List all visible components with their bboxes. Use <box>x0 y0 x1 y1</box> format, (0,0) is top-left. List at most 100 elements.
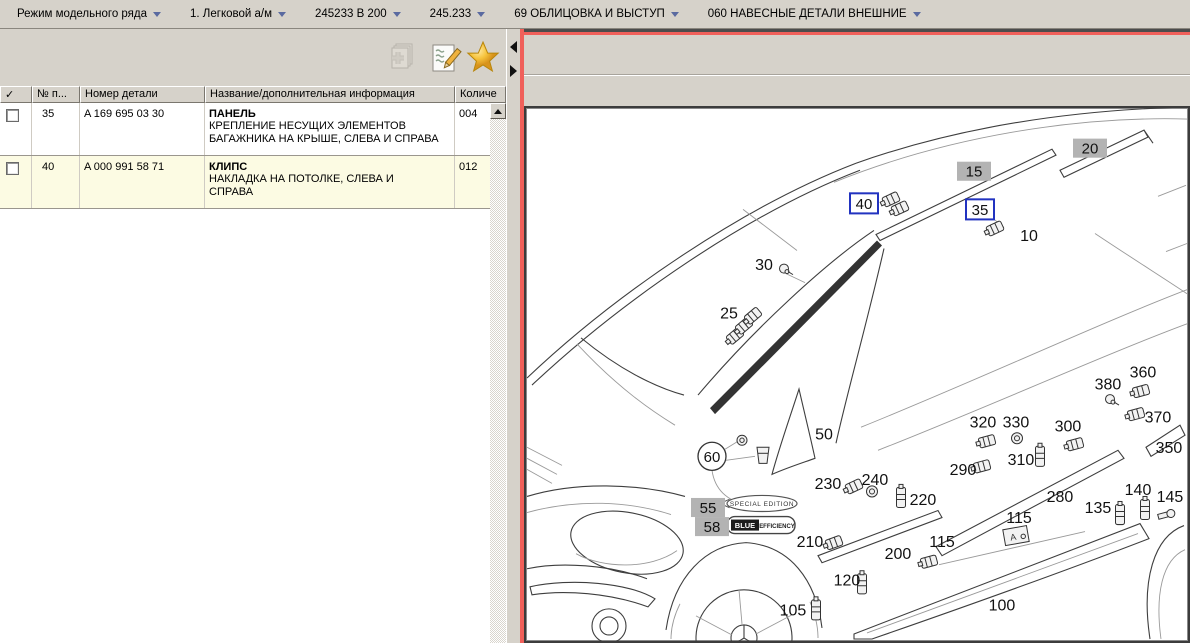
chevron-down-icon <box>477 12 485 17</box>
row-checkbox[interactable] <box>6 109 19 122</box>
part-callout-240[interactable]: 240 <box>862 471 889 489</box>
svg-text:100: 100 <box>989 596 1016 614</box>
scroll-up-icon <box>494 109 502 114</box>
vclip-fastener-icon <box>897 484 906 507</box>
svg-text:145: 145 <box>1157 488 1184 506</box>
plateA-fastener-icon: A <box>1003 526 1029 546</box>
svg-text:135: 135 <box>1085 499 1112 517</box>
menu-subgroup[interactable]: 060 НАВЕСНЫЕ ДЕТАЛИ ВНЕШНИЕ <box>699 5 930 23</box>
part-callout-350[interactable]: 350 <box>1156 439 1183 457</box>
part-callout-310[interactable]: 310 <box>1008 451 1035 469</box>
part-callout-370[interactable]: 370 <box>1145 409 1172 427</box>
row-name-cell: ПАНЕЛЬ КРЕПЛЕНИЕ НЕСУЩИХ ЭЛЕМЕНТОВ БАГАЖ… <box>205 103 455 155</box>
part-callout-330[interactable]: 330 <box>1003 414 1030 432</box>
part-callout-210[interactable]: 210 <box>797 533 824 551</box>
svg-text:380: 380 <box>1095 376 1122 394</box>
part-callout-105[interactable]: 105 <box>780 601 807 619</box>
menu-model[interactable]: 245233 В 200 <box>306 5 410 23</box>
scroll-up-button[interactable] <box>490 103 506 119</box>
menu-mode[interactable]: Режим модельного ряда <box>8 5 170 23</box>
part-callout-280[interactable]: 280 <box>1047 488 1074 506</box>
vclip-fastener-icon <box>1036 443 1045 466</box>
part-callout-320[interactable]: 320 <box>970 414 997 432</box>
part-callout-290[interactable]: 290 <box>950 461 977 479</box>
model-range-menubar: Режим модельного ряда 1. Легковой а/м 24… <box>0 0 1190 29</box>
menu-group[interactable]: 69 ОБЛИЦОВКА И ВЫСТУП <box>505 5 688 23</box>
collapse-left-icon[interactable] <box>510 41 517 53</box>
collapse-right-icon[interactable] <box>510 65 517 77</box>
svg-text:50: 50 <box>815 426 833 444</box>
part-callout-300[interactable]: 300 <box>1055 418 1082 436</box>
part-callout-115[interactable]: 115 <box>1006 509 1032 527</box>
part-callout-60[interactable]: 60 <box>698 442 726 470</box>
menu-vehicle-class[interactable]: 1. Легковой а/м <box>181 5 295 23</box>
part-callout-20[interactable]: 20 <box>1073 139 1107 158</box>
chevron-down-icon <box>671 12 679 17</box>
part-name: КЛИПС <box>209 161 450 173</box>
copy-documents-icon[interactable] <box>386 41 420 75</box>
parts-toolbar <box>0 29 506 86</box>
clip-fastener-icon <box>842 478 863 495</box>
part-callout-140[interactable]: 140 <box>1125 481 1152 499</box>
row-qty: 012 <box>455 156 490 208</box>
part-callout-200[interactable]: 200 <box>885 545 912 563</box>
svg-text:370: 370 <box>1145 409 1172 427</box>
part-callout-100[interactable]: 100 <box>989 596 1016 614</box>
part-desc-line2: БАГАЖНИКА НА КРЫШЕ, СЛЕВА И СПРАВА <box>209 133 450 146</box>
table-row-pos-35[interactable]: 35 A 169 695 03 30 ПАНЕЛЬ КРЕПЛЕНИЕ НЕСУ… <box>0 103 490 156</box>
header-check-column: ✓ <box>0 86 32 103</box>
part-callout-50[interactable]: 50 <box>815 426 833 444</box>
clip-fastener-icon <box>975 434 996 449</box>
part-desc-line1: НАКЛАДКА НА ПОТОЛКЕ, СЛЕВА И <box>209 173 450 186</box>
part-callout-30[interactable]: 30 <box>755 256 773 274</box>
part-callout-35[interactable]: 35 <box>966 199 994 219</box>
menu-vehicle-class-label: 1. Легковой а/м <box>190 8 272 20</box>
part-callout-360[interactable]: 360 <box>1130 363 1157 381</box>
table-vertical-scrollbar[interactable] <box>490 103 506 643</box>
svg-text:55: 55 <box>700 500 717 517</box>
part-callout-120[interactable]: 120 <box>834 571 861 589</box>
clip-fastener-icon <box>983 221 1004 238</box>
part-callout-40[interactable]: 40 <box>850 193 878 213</box>
grommet-fastener-icon <box>1012 433 1023 444</box>
row-check-cell <box>0 103 32 155</box>
header-name-column: Название/дополнительная информация <box>205 86 455 103</box>
row-checkbox[interactable] <box>6 162 19 175</box>
table-row-pos-40[interactable]: 40 A 000 991 58 71 КЛИПС НАКЛАДКА НА ПОТ… <box>0 156 490 209</box>
svg-text:320: 320 <box>970 414 997 432</box>
part-callout-135[interactable]: 135 <box>1085 499 1112 517</box>
panel-splitter[interactable] <box>506 29 520 643</box>
part-callout-230[interactable]: 230 <box>815 475 842 493</box>
part-callout-115[interactable]: 115 <box>929 533 955 551</box>
part-callout-220[interactable]: 220 <box>910 491 937 509</box>
svg-text:25: 25 <box>720 304 738 322</box>
svg-text:230: 230 <box>815 475 842 493</box>
row-qty: 004 <box>455 103 490 155</box>
car-line-art <box>527 108 1187 641</box>
part-callout-25[interactable]: 25 <box>720 304 738 322</box>
svg-text:240: 240 <box>862 471 889 489</box>
part-callout-380[interactable]: 380 <box>1095 376 1122 394</box>
favorite-star-icon[interactable] <box>464 39 502 77</box>
svg-text:280: 280 <box>1047 488 1074 506</box>
row-check-cell <box>0 156 32 208</box>
row-part-number: A 169 695 03 30 <box>80 103 205 155</box>
clip-fastener-icon <box>917 555 938 570</box>
clip-fastener-icon <box>822 535 843 551</box>
parts-list-panel: ✓ № п... Номер детали Название/дополните… <box>0 29 506 643</box>
part-callout-15[interactable]: 15 <box>957 162 991 181</box>
part-callout-58[interactable]: 58 <box>695 517 729 536</box>
part-callout-10[interactable]: 10 <box>1020 227 1038 245</box>
part-callout-145[interactable]: 145 <box>1157 488 1184 506</box>
header-partnumber-column: Номер детали <box>80 86 205 103</box>
svg-text:330: 330 <box>1003 414 1030 432</box>
svg-text:210: 210 <box>797 533 824 551</box>
svg-text:350: 350 <box>1156 439 1183 457</box>
part-desc-line2: СПРАВА <box>209 186 450 199</box>
menu-model-code[interactable]: 245.233 <box>421 5 495 23</box>
edit-note-icon[interactable] <box>428 41 462 75</box>
menu-model-label: 245233 В 200 <box>315 8 387 20</box>
svg-text:BLUE: BLUE <box>735 521 755 530</box>
part-callout-55[interactable]: 55 <box>691 498 725 517</box>
row-pos: 35 <box>32 103 80 155</box>
